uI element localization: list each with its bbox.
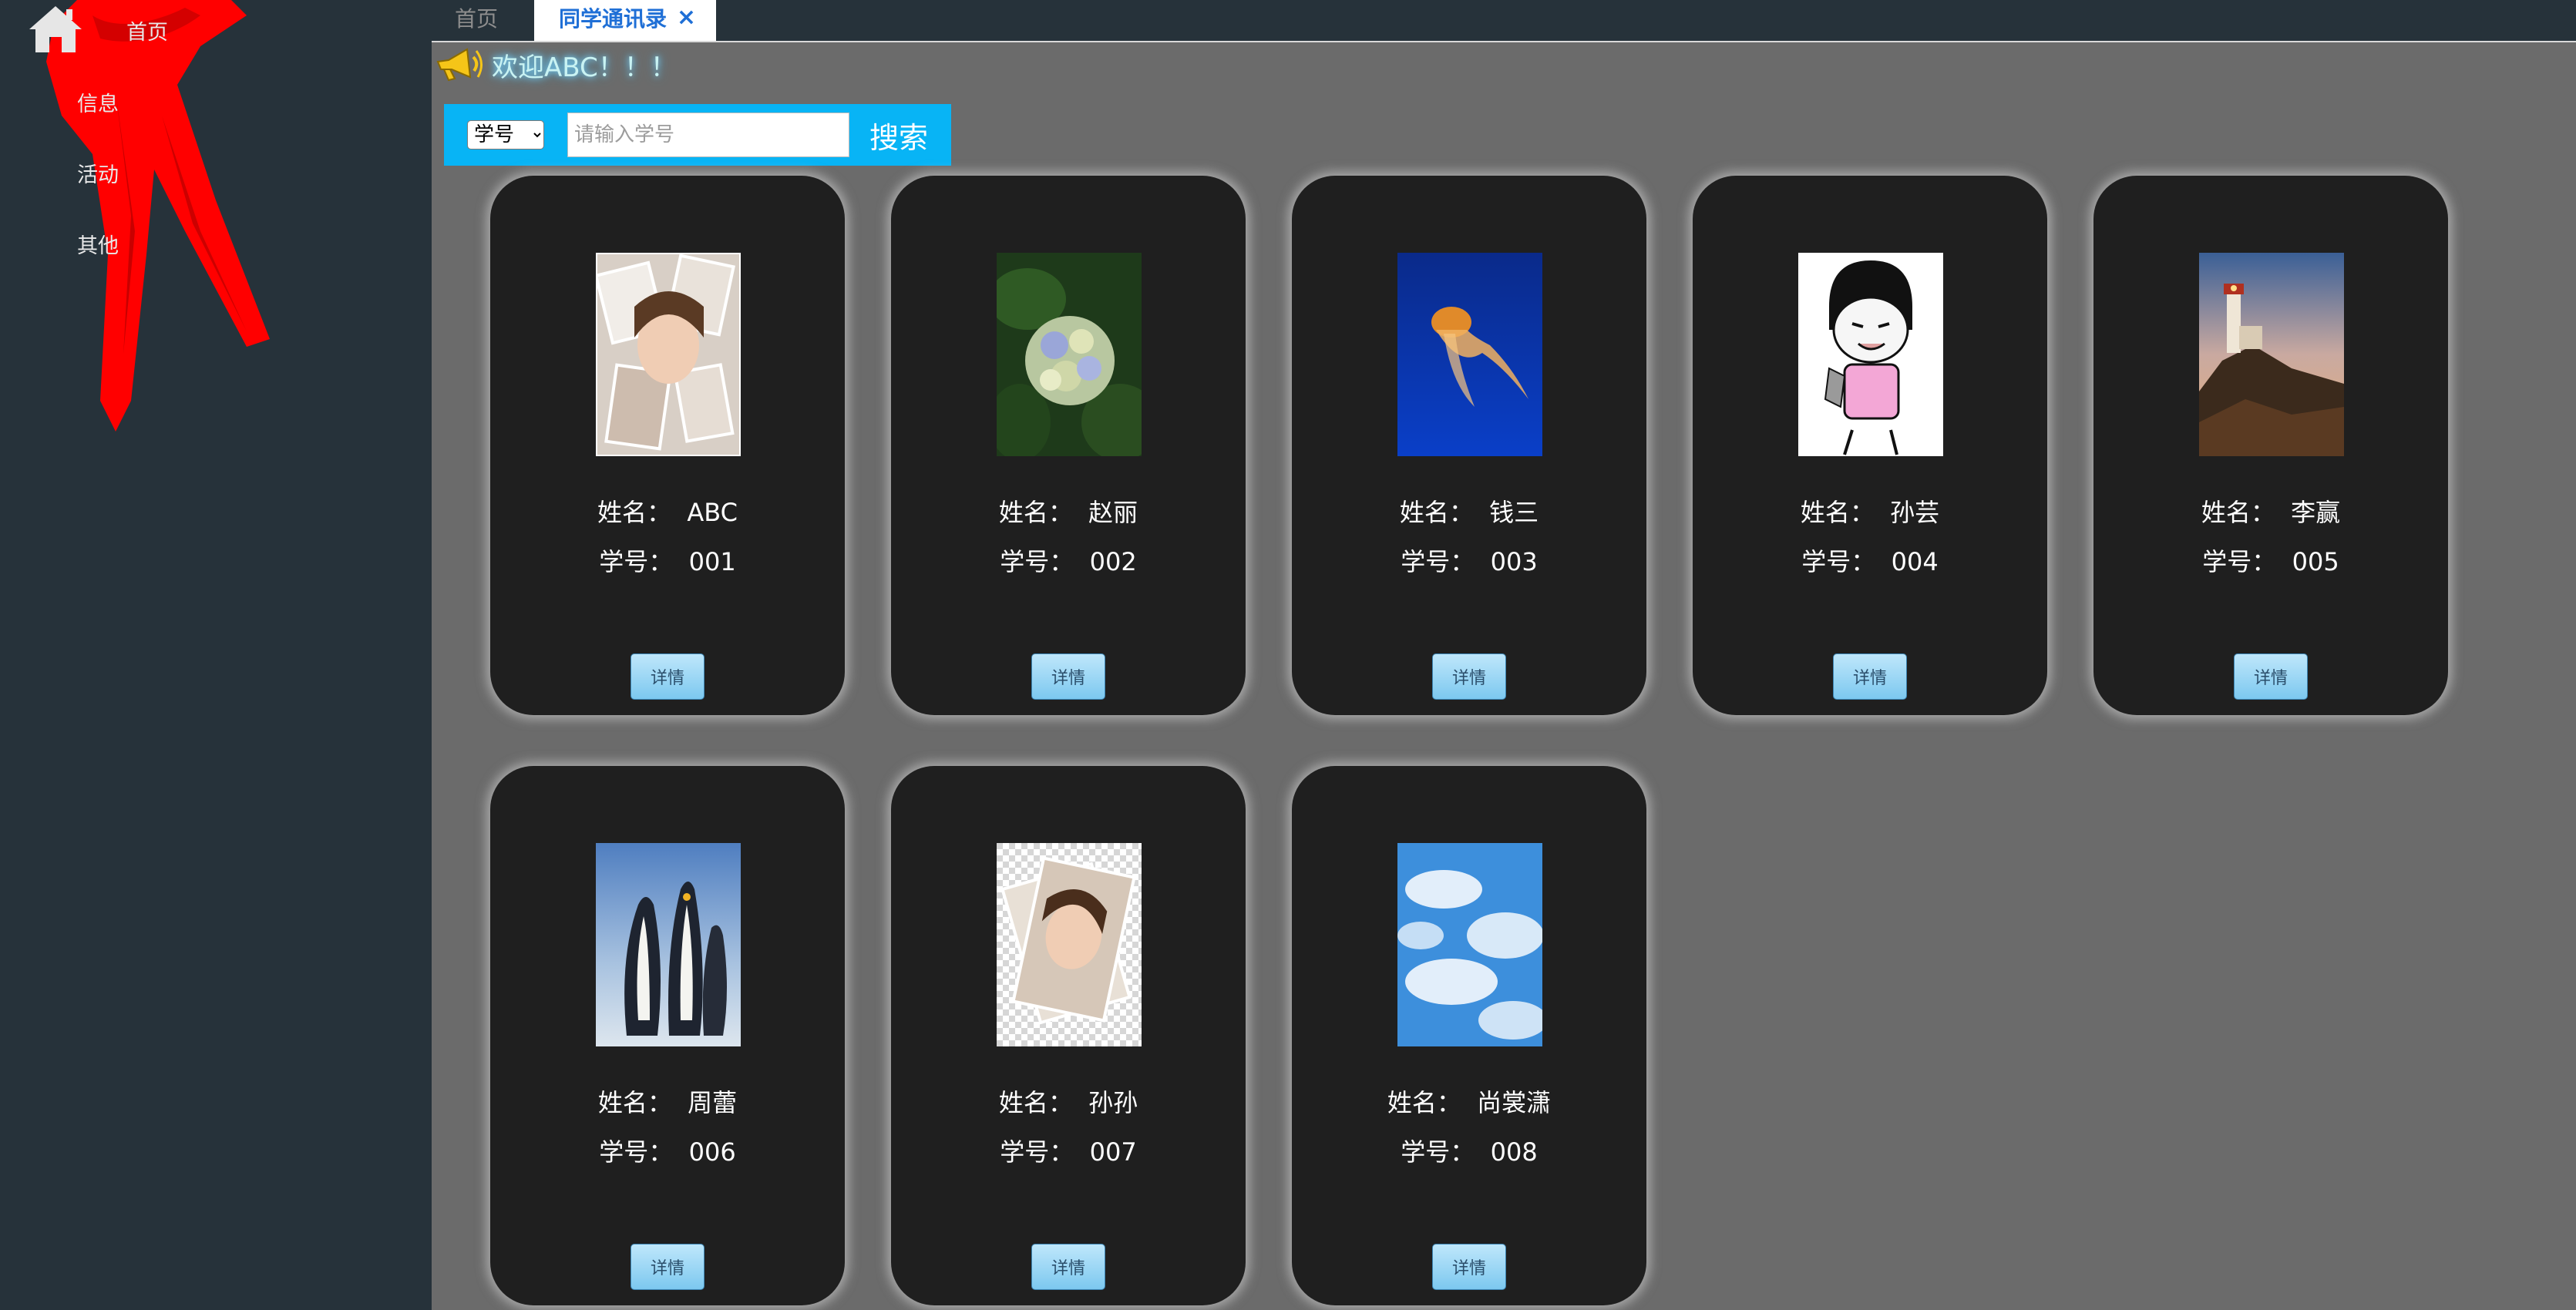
detail-button[interactable]: 详情: [1031, 1244, 1105, 1290]
tab-bar: 首页 同学通讯录 ×: [432, 0, 2576, 42]
student-id-row: 学号： 006: [490, 1133, 845, 1168]
main-content: 首页 同学通讯录 × 欢迎ABC！！！ 学号 搜索: [432, 0, 2576, 1310]
search-button[interactable]: 搜索: [860, 109, 945, 161]
detail-button[interactable]: 详情: [631, 653, 705, 700]
student-card: 姓名： 尚裳潇 学号： 008 详情: [1292, 766, 1646, 1305]
student-id-row: 学号： 001: [490, 542, 845, 578]
name-label: 姓名：: [998, 1088, 1073, 1117]
detail-button[interactable]: 详情: [1432, 1244, 1506, 1290]
name-label: 姓名：: [2201, 498, 2275, 527]
student-photo: [1397, 253, 1542, 456]
id-label: 学号：: [599, 1137, 674, 1167]
student-id: 007: [1089, 1137, 1137, 1167]
home-icon[interactable]: [28, 3, 83, 55]
student-id-row: 学号： 007: [891, 1133, 1246, 1168]
student-card: 姓名： 孙芸 学号： 004 详情: [1693, 176, 2047, 715]
id-label: 学号：: [2202, 547, 2277, 576]
id-label: 学号：: [1401, 547, 1475, 576]
student-name: 周蕾: [688, 1088, 738, 1117]
name-label: 姓名：: [1387, 1088, 1461, 1117]
student-card: 姓名： 李赢 学号： 005 详情: [2093, 176, 2448, 715]
student-id: 005: [2292, 547, 2339, 576]
student-card: 姓名： ABC 学号： 001 详情: [490, 176, 845, 715]
detail-button[interactable]: 详情: [1833, 653, 1907, 700]
student-name-row: 姓名： 李赢: [2093, 493, 2448, 529]
id-label: 学号：: [1401, 1137, 1475, 1167]
student-photo: [1397, 843, 1542, 1046]
student-name-row: 姓名： 尚裳潇: [1292, 1083, 1646, 1119]
id-label: 学号：: [599, 547, 674, 576]
student-id: 003: [1490, 547, 1538, 576]
megaphone-icon: [436, 48, 483, 82]
name-label: 姓名：: [597, 498, 672, 527]
student-id: 008: [1490, 1137, 1538, 1167]
student-photo: [2199, 253, 2344, 456]
student-card: 姓名： 周蕾 学号： 006 详情: [490, 766, 845, 1305]
student-id-row: 学号： 008: [1292, 1133, 1646, 1168]
student-name: 孙孙: [1088, 1088, 1138, 1117]
student-photo: [997, 843, 1142, 1046]
id-label: 学号：: [1801, 547, 1876, 576]
id-label: 学号：: [1000, 1137, 1074, 1167]
detail-button[interactable]: 详情: [1432, 653, 1506, 700]
student-id-row: 学号： 003: [1292, 542, 1646, 578]
student-id-row: 学号： 005: [2093, 542, 2448, 578]
tab-home[interactable]: 首页: [455, 0, 498, 41]
sidebar-item-other[interactable]: 其他: [77, 229, 119, 259]
student-id: 001: [688, 547, 736, 576]
close-icon[interactable]: ×: [677, 0, 696, 37]
name-label: 姓名：: [597, 1088, 672, 1117]
student-name-row: 姓名： ABC: [490, 493, 845, 529]
detail-button[interactable]: 详情: [1031, 653, 1105, 700]
student-name: 孙芸: [1890, 498, 1940, 527]
detail-button[interactable]: 详情: [2234, 653, 2308, 700]
name-label: 姓名：: [1399, 498, 1474, 527]
student-name: 赵丽: [1088, 498, 1138, 527]
student-id-row: 学号： 002: [891, 542, 1246, 578]
student-photo: [596, 843, 741, 1046]
student-photo: [596, 253, 741, 456]
student-id-row: 学号： 004: [1693, 542, 2047, 578]
name-label: 姓名：: [1800, 498, 1875, 527]
sidebar-item-activity[interactable]: 活动: [77, 158, 119, 188]
welcome-text: 欢迎ABC！！！: [492, 52, 677, 83]
search-field-select[interactable]: 学号: [467, 120, 544, 149]
student-id: 002: [1089, 547, 1137, 576]
student-id: 004: [1891, 547, 1939, 576]
welcome-banner: 欢迎ABC！！！: [432, 43, 677, 86]
student-card: 姓名： 赵丽 学号： 002 详情: [891, 176, 1246, 715]
search-input[interactable]: [567, 113, 849, 157]
name-label: 姓名：: [998, 498, 1073, 527]
sidebar: 首页 信息 活动 其他: [0, 0, 432, 1310]
student-photo: [1798, 253, 1943, 456]
id-label: 学号：: [1000, 547, 1074, 576]
detail-button[interactable]: 详情: [631, 1244, 705, 1290]
student-name: 尚裳潇: [1477, 1088, 1552, 1117]
search-bar: 学号 搜索: [444, 104, 951, 166]
student-name: 钱三: [1489, 498, 1539, 527]
student-card: 姓名： 孙孙 学号： 007 详情: [891, 766, 1246, 1305]
sidebar-item-home[interactable]: 首页: [126, 15, 168, 45]
tab-label: 同学通讯录: [559, 6, 668, 32]
sidebar-item-info[interactable]: 信息: [77, 87, 119, 117]
student-name-row: 姓名： 孙孙: [891, 1083, 1246, 1119]
tab-classmate-directory[interactable]: 同学通讯录 ×: [534, 0, 716, 41]
student-card: 姓名： 钱三 学号： 003 详情: [1292, 176, 1646, 715]
student-name: ABC: [687, 498, 738, 527]
student-id: 006: [688, 1137, 736, 1167]
student-name-row: 姓名： 赵丽: [891, 493, 1246, 529]
student-name-row: 姓名： 孙芸: [1693, 493, 2047, 529]
student-name-row: 姓名： 钱三: [1292, 493, 1646, 529]
student-name: 李赢: [2291, 498, 2341, 527]
student-photo: [997, 253, 1142, 456]
red-scarf-logo: [46, 0, 270, 432]
student-name-row: 姓名： 周蕾: [490, 1083, 845, 1119]
